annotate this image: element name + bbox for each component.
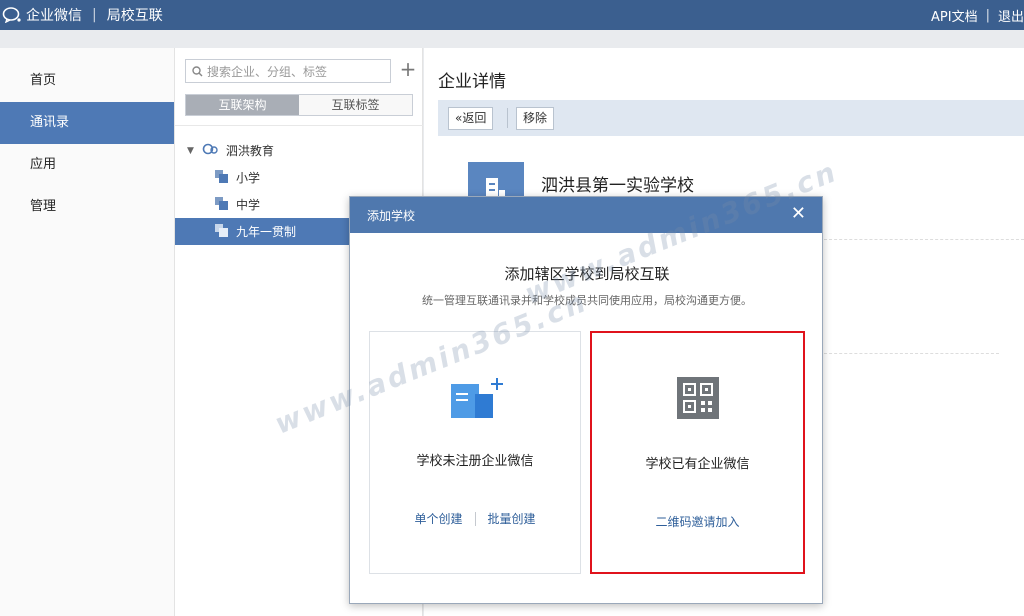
- batch-create-link[interactable]: 批量创建: [488, 510, 536, 527]
- tree-tabs: 互联架构 互联标签: [185, 94, 413, 116]
- action-divider: [474, 511, 476, 526]
- top-links: API文档 | 退出: [931, 0, 1024, 30]
- enterprise-name: 泗洪县第一实验学校: [541, 176, 694, 196]
- qr-invite-link[interactable]: 二维码邀请加入: [655, 513, 739, 530]
- card-actions: 二维码邀请加入: [592, 513, 803, 530]
- dialog-title: 添加辖区学校到局校互联: [504, 265, 670, 283]
- tree-item-label: 九年一贯制: [236, 225, 297, 239]
- dashed-divider: [824, 239, 1024, 240]
- brand[interactable]: 企业微信 | 局校互联: [0, 5, 163, 25]
- section-name: 局校互联: [106, 8, 163, 24]
- nav-item-manage[interactable]: 管理: [0, 186, 174, 228]
- tree-item-label: 小学: [236, 171, 261, 185]
- department-icon: [215, 196, 228, 213]
- toolbar-divider: [507, 108, 508, 128]
- nav-item-home[interactable]: 首页: [0, 60, 174, 102]
- collapse-caret-icon[interactable]: ▼: [187, 146, 194, 156]
- left-nav: 首页 通讯录 应用 管理: [0, 48, 175, 616]
- card-label: 学校已有企业微信: [645, 457, 750, 472]
- dashed-divider: [824, 353, 999, 354]
- dialog-header-title: 添加学校: [367, 208, 416, 223]
- detail-toolbar: «返回 移除: [438, 100, 1024, 136]
- brand-divider: |: [92, 7, 97, 23]
- panel-divider: [175, 125, 423, 126]
- qr-code-icon: [592, 377, 803, 419]
- tab-tags[interactable]: 互联标签: [299, 95, 412, 115]
- brand-name: 企业微信: [26, 8, 82, 24]
- nav-item-contacts[interactable]: 通讯录: [0, 102, 174, 144]
- search-placeholder: 搜索企业、分组、标签: [207, 64, 328, 79]
- nav-item-apps[interactable]: 应用: [0, 144, 174, 186]
- top-link-divider: |: [985, 7, 990, 23]
- tab-structure[interactable]: 互联架构: [186, 95, 299, 115]
- card-school-unregistered[interactable]: 学校未注册企业微信 单个创建 批量创建: [369, 331, 581, 574]
- page-title: 企业详情: [438, 72, 506, 92]
- back-button-label: 返回: [462, 111, 487, 125]
- wecom-logo-icon: [2, 7, 22, 24]
- department-icon: [215, 169, 228, 186]
- top-bar: 企业微信 | 局校互联 API文档 | 退出: [0, 0, 1024, 30]
- card-school-registered[interactable]: 学校已有企业微信 二维码邀请加入: [590, 331, 805, 574]
- tree-item-label: 中学: [236, 198, 261, 212]
- api-docs-link[interactable]: API文档: [931, 6, 978, 25]
- dialog-subtitle: 统一管理互联通讯录并和学校成员共同使用应用，局校沟通更方便。: [422, 294, 752, 307]
- org-group-icon: [202, 143, 218, 158]
- back-button[interactable]: «返回: [448, 107, 494, 130]
- single-create-link[interactable]: 单个创建: [414, 510, 462, 527]
- tree-root[interactable]: ▼ 泗洪教育: [175, 137, 423, 164]
- remove-button[interactable]: 移除: [516, 107, 555, 130]
- dialog-header: 添加学校 ✕: [350, 197, 822, 233]
- add-icon[interactable]: +: [399, 58, 417, 82]
- search-icon: [192, 65, 203, 76]
- add-building-icon: [370, 376, 580, 420]
- department-icon: [215, 223, 228, 240]
- close-icon[interactable]: ✕: [791, 204, 806, 224]
- card-label: 学校未注册企业微信: [416, 454, 534, 469]
- add-school-dialog: 添加学校 ✕ 添加辖区学校到局校互联 统一管理互联通讯录并和学校成员共同使用应用…: [349, 196, 823, 604]
- tree-item-primary[interactable]: 小学: [175, 164, 423, 191]
- logout-link[interactable]: 退出: [998, 6, 1024, 25]
- tree-root-label: 泗洪教育: [225, 144, 274, 158]
- search-input[interactable]: 搜索企业、分组、标签: [185, 59, 391, 83]
- card-actions: 单个创建 批量创建: [370, 510, 580, 527]
